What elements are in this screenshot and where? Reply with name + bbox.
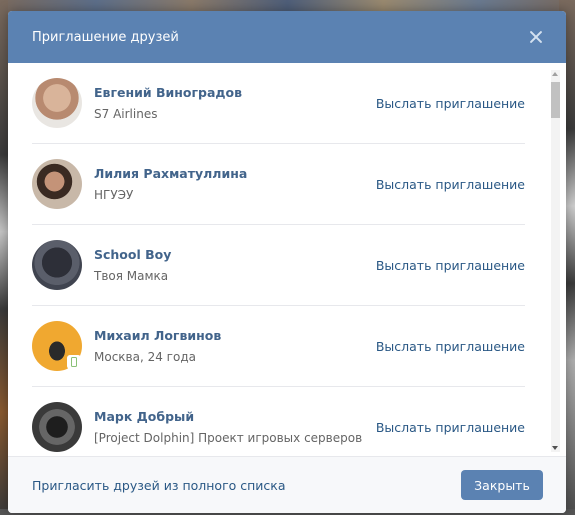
avatar[interactable] (32, 321, 82, 371)
mobile-online-icon (67, 355, 81, 369)
friend-row: Лилия Рахматуллина НГУЭУ Выслать приглаш… (32, 144, 525, 225)
scroll-up-arrow-icon[interactable] (552, 72, 558, 76)
modal-body: Евгений Виноградов S7 Airlines Выслать п… (8, 63, 566, 456)
avatar[interactable] (32, 240, 82, 290)
modal-title: Приглашение друзей (32, 29, 179, 45)
friend-list: Евгений Виноградов S7 Airlines Выслать п… (32, 63, 525, 456)
friend-name[interactable]: Михаил Логвинов (94, 327, 376, 345)
modal-footer: Пригласить друзей из полного списка Закр… (8, 456, 566, 513)
avatar-image (32, 240, 82, 290)
send-invite-link[interactable]: Выслать приглашение (376, 258, 525, 273)
friend-row: Марк Добрый [Project Dolphin] Проект игр… (32, 387, 525, 456)
friend-name[interactable]: Марк Добрый (94, 408, 376, 426)
friend-row: Евгений Виноградов S7 Airlines Выслать п… (32, 63, 525, 144)
scrollbar[interactable] (551, 70, 560, 452)
scrollbar-thumb[interactable] (551, 82, 560, 118)
send-invite-link[interactable]: Выслать приглашение (376, 339, 525, 354)
friend-subtitle: S7 Airlines (94, 106, 158, 121)
friend-subtitle: Москва, 24 года (94, 349, 196, 364)
avatar-image (32, 78, 82, 128)
friend-info: Михаил Логвинов Москва, 24 года (94, 327, 376, 366)
friend-info: Марк Добрый [Project Dolphin] Проект игр… (94, 408, 376, 447)
friend-subtitle: [Project Dolphin] Проект игровых серверо… (94, 430, 363, 445)
invite-from-full-list-link[interactable]: Пригласить друзей из полного списка (32, 478, 286, 493)
avatar[interactable] (32, 159, 82, 209)
background-blur-left (0, 0, 8, 515)
send-invite-link[interactable]: Выслать приглашение (376, 96, 525, 111)
avatar[interactable] (32, 78, 82, 128)
friend-info: School Boy Твоя Мамка (94, 246, 376, 285)
friend-info: Евгений Виноградов S7 Airlines (94, 84, 376, 123)
avatar-image (32, 402, 82, 452)
avatar-image (32, 159, 82, 209)
friend-name[interactable]: School Boy (94, 246, 376, 264)
friend-name[interactable]: Евгений Виноградов (94, 84, 376, 102)
modal-header: Приглашение друзей (8, 11, 566, 63)
send-invite-link[interactable]: Выслать приглашение (376, 177, 525, 192)
send-invite-link[interactable]: Выслать приглашение (376, 420, 525, 435)
close-button[interactable]: Закрыть (461, 470, 543, 500)
close-icon[interactable] (526, 27, 546, 47)
friend-row: School Boy Твоя Мамка Выслать приглашени… (32, 225, 525, 306)
friend-name[interactable]: Лилия Рахматуллина (94, 165, 376, 183)
friend-info: Лилия Рахматуллина НГУЭУ (94, 165, 376, 204)
friend-subtitle: Твоя Мамка (94, 268, 169, 283)
scroll-down-arrow-icon[interactable] (552, 446, 558, 450)
avatar[interactable] (32, 402, 82, 452)
invite-friends-modal: Приглашение друзей Евгений Виноградов S7… (8, 11, 566, 513)
friend-subtitle: НГУЭУ (94, 187, 134, 202)
friend-row: Михаил Логвинов Москва, 24 года Выслать … (32, 306, 525, 387)
